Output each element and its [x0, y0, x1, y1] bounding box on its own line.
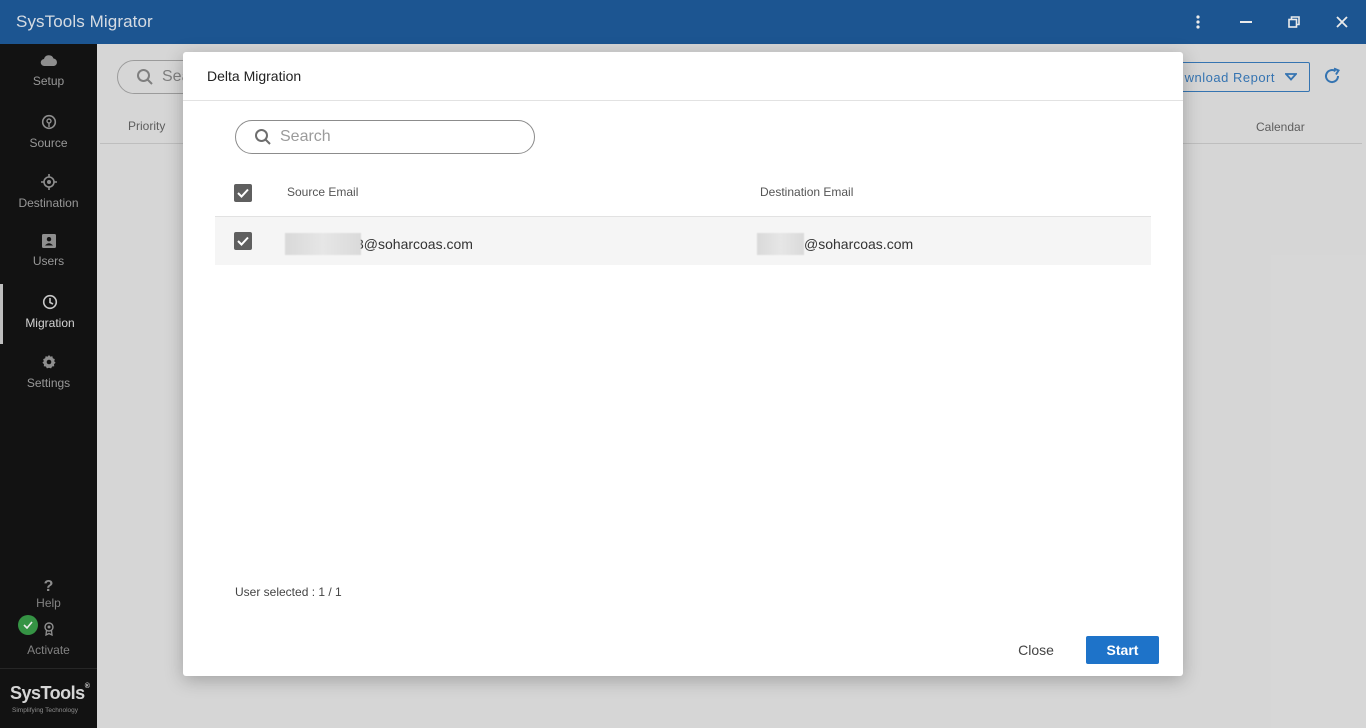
table-row[interactable]: 3@soharcoas.com @soharcoas.com [215, 216, 1151, 265]
search-icon [255, 129, 271, 145]
destination-email: @soharcoas.com [804, 236, 914, 252]
redacted-text [285, 233, 361, 255]
dialog-header: Delta Migration [183, 52, 1183, 101]
dialog-search [235, 120, 535, 154]
delta-migration-dialog: Delta Migration Source Email Destination… [183, 52, 1183, 676]
destination-email-cell: @soharcoas.com [757, 233, 913, 255]
user-selected-count: User selected : 1 / 1 [235, 585, 342, 599]
dialog-title: Delta Migration [207, 68, 302, 84]
checkmark-icon [237, 188, 249, 198]
close-button[interactable]: Close [1005, 636, 1067, 664]
redacted-text [757, 233, 804, 255]
checkmark-icon [237, 236, 249, 246]
column-header-source-email[interactable]: Source Email [287, 185, 358, 199]
search-input[interactable] [280, 128, 510, 146]
column-header-destination-email[interactable]: Destination Email [760, 185, 853, 199]
source-email-cell: 3@soharcoas.com [285, 233, 473, 255]
select-all-checkbox[interactable] [234, 184, 252, 202]
start-button[interactable]: Start [1086, 636, 1159, 664]
source-email: 3@soharcoas.com [356, 236, 473, 252]
row-checkbox[interactable] [234, 232, 252, 250]
